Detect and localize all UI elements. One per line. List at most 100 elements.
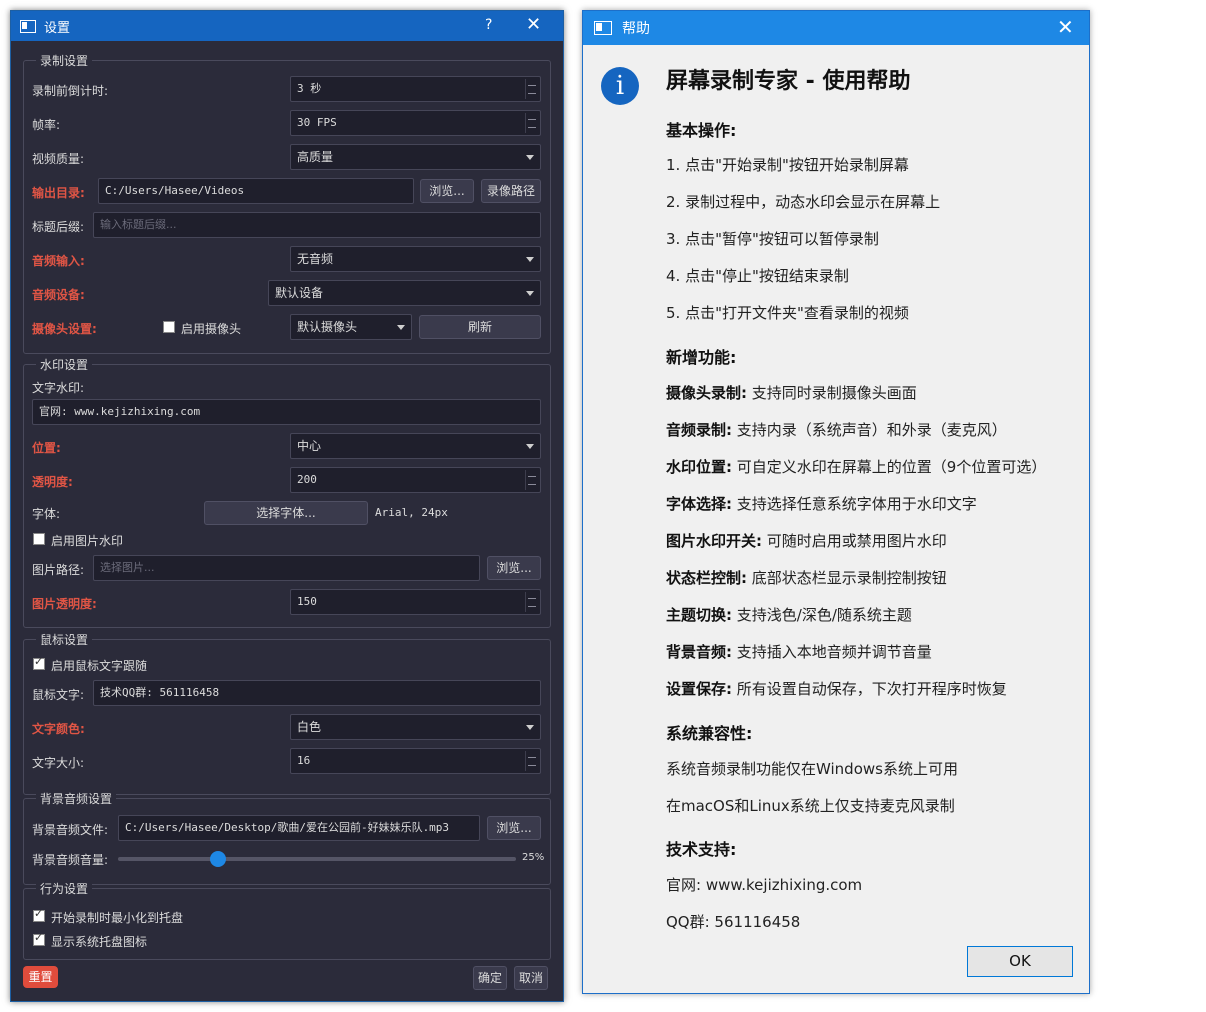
bgm-file-input[interactable]: C:/Users/Hasee/Desktop/歌曲/爱在公园前-好妹妹乐队.mp… — [118, 815, 480, 841]
image-path-input[interactable]: 选择图片... — [93, 555, 480, 581]
website-text: 官网: www.kejizhixing.com — [666, 876, 863, 894]
image-opacity-spinbox[interactable]: 150 — [290, 589, 541, 615]
chevron-down-icon — [397, 325, 405, 330]
quality-combo[interactable]: 高质量 — [290, 144, 541, 170]
camera-label: 摄像头设置: — [32, 322, 97, 336]
new-features-title: 新增功能: — [666, 348, 737, 367]
cancel-button[interactable]: 取消 — [514, 966, 548, 990]
suffix-label: 标题后缀: — [32, 220, 85, 234]
choose-font-button[interactable]: 选择字体... — [204, 501, 368, 525]
bgm-volume-value: 25% — [522, 852, 545, 863]
recording-group: 录制设置 — [23, 52, 551, 354]
text-color-combo[interactable]: 白色 — [290, 714, 541, 740]
info-icon: i — [601, 67, 639, 105]
help-heading: 屏幕录制专家 - 使用帮助 — [666, 69, 911, 94]
quality-label: 视频质量: — [32, 152, 85, 166]
bgm-file-label: 背景音频文件: — [32, 823, 109, 837]
bgm-group-title: 背景音频设置 — [36, 790, 117, 807]
audio-device-combo[interactable]: 默认设备 — [268, 280, 541, 306]
audio-input-label: 音频输入: — [32, 254, 85, 268]
image-watermark-enable-label: 启用图片水印 — [51, 534, 124, 548]
record-path-button[interactable]: 录像路径 — [481, 179, 541, 203]
fps-spinbox[interactable]: 30 FPS — [290, 110, 541, 136]
opacity-label: 透明度: — [32, 475, 73, 489]
ok-button[interactable]: 确定 — [473, 966, 507, 990]
help-question-button[interactable]: ? — [485, 17, 492, 33]
image-path-label: 图片路径: — [32, 563, 85, 577]
audio-device-label: 音频设备: — [32, 288, 85, 302]
position-label: 位置: — [32, 441, 61, 455]
chevron-down-icon — [526, 444, 534, 449]
text-color-label: 文字颜色: — [32, 722, 85, 736]
compat-item: 系统音频录制功能仅在Windows系统上可用 — [666, 760, 958, 778]
support-title: 技术支持: — [666, 840, 737, 859]
image-watermark-checkbox[interactable] — [33, 533, 45, 545]
camera-enable-checkbox[interactable] — [163, 321, 175, 333]
compat-item: 在macOS和Linux系统上仅支持麦克风录制 — [666, 797, 955, 815]
text-size-spinbox[interactable]: 16 — [290, 748, 541, 774]
bgm-volume-slider-handle[interactable] — [209, 851, 226, 867]
text-watermark-label: 文字水印: — [32, 381, 85, 395]
mouse-text-input[interactable]: 技术QQ群: 561116458 — [93, 680, 541, 706]
feature-item: 图片水印开关: 可随时启用或禁用图片水印 — [666, 532, 947, 550]
watermark-group-title: 水印设置 — [36, 356, 93, 373]
camera-combo[interactable]: 默认摄像头 — [290, 314, 412, 340]
countdown-label: 录制前倒计时: — [32, 84, 109, 98]
bgm-volume-slider[interactable] — [118, 857, 516, 861]
show-tray-label: 显示系统托盘图标 — [51, 935, 148, 949]
feature-item: 音频录制: 支持内录（系统声音）和外录（麦克风） — [666, 421, 1007, 439]
mouse-text-label: 鼠标文字: — [32, 688, 85, 702]
text-size-label: 文字大小: — [32, 756, 85, 770]
basic-item: 2. 录制过程中，动态水印会显示在屏幕上 — [666, 193, 941, 211]
feature-item: 设置保存: 所有设置自动保存，下次打开程序时恢复 — [666, 680, 1007, 698]
text-watermark-input[interactable]: 官网: www.kejizhixing.com — [32, 399, 541, 425]
feature-item: 背景音频: 支持插入本地音频并调节音量 — [666, 643, 932, 661]
settings-titlebar: 设置 ? ✕ — [11, 11, 563, 41]
recording-group-title: 录制设置 — [36, 52, 93, 69]
feature-item: 摄像头录制: 支持同时录制摄像头画面 — [666, 384, 917, 402]
chevron-down-icon — [526, 155, 534, 160]
qq-text: QQ群: 561116458 — [666, 913, 801, 931]
chevron-down-icon — [526, 725, 534, 730]
chevron-down-icon — [526, 257, 534, 262]
basic-ops-title: 基本操作: — [666, 121, 737, 140]
mouse-follow-label: 启用鼠标文字跟随 — [51, 659, 148, 673]
feature-item: 状态栏控制: 底部状态栏显示录制控制按钮 — [666, 569, 947, 587]
fps-label: 帧率: — [32, 118, 61, 132]
feature-item: 水印位置: 可自定义水印在屏幕上的位置（9个位置可选） — [666, 458, 1047, 476]
settings-close-button[interactable]: ✕ — [526, 14, 541, 35]
audio-input-combo[interactable]: 无音频 — [290, 246, 541, 272]
compat-title: 系统兼容性: — [666, 724, 753, 743]
output-browse-button[interactable]: 浏览... — [420, 179, 474, 203]
countdown-spinbox[interactable]: 3 秒 — [290, 76, 541, 102]
settings-window: 设置 ? ✕ 录制设置 录制前倒计时: 3 秒 帧率: 30 FPS 视频质量:… — [10, 10, 564, 1002]
output-dir-input[interactable]: C:/Users/Hasee/Videos — [98, 178, 414, 204]
font-label: 字体: — [32, 507, 61, 521]
position-combo[interactable]: 中心 — [290, 433, 541, 459]
basic-item: 1. 点击"开始录制"按钮开始录制屏幕 — [666, 156, 909, 174]
minimize-tray-checkbox[interactable] — [33, 907, 45, 922]
help-window: 帮助 ✕ i 屏幕录制专家 - 使用帮助 基本操作: 1. 点击"开始录制"按钮… — [582, 10, 1090, 994]
show-tray-checkbox[interactable] — [33, 931, 45, 946]
mouse-group-title: 鼠标设置 — [36, 631, 93, 648]
reset-button[interactable]: 重置 — [23, 966, 58, 988]
camera-enable-label: 启用摄像头 — [181, 322, 242, 336]
bgm-browse-button[interactable]: 浏览... — [487, 816, 541, 840]
help-title: 帮助 — [622, 21, 650, 37]
bgm-group: 背景音频设置 — [23, 790, 551, 885]
basic-item: 3. 点击"暂停"按钮可以暂停录制 — [666, 230, 879, 248]
behavior-group-title: 行为设置 — [36, 880, 93, 897]
mouse-follow-checkbox[interactable] — [33, 655, 45, 670]
help-titlebar: 帮助 ✕ — [583, 11, 1089, 45]
suffix-input[interactable]: 输入标题后缀... — [93, 212, 541, 238]
help-ok-button[interactable]: OK — [967, 946, 1073, 977]
help-close-button[interactable]: ✕ — [1057, 15, 1074, 39]
feature-item: 主题切换: 支持浅色/深色/随系统主题 — [666, 606, 912, 624]
minimize-tray-label: 开始录制时最小化到托盘 — [51, 911, 184, 925]
app-window-icon — [594, 21, 612, 35]
image-browse-button[interactable]: 浏览... — [487, 556, 541, 580]
basic-item: 5. 点击"打开文件夹"查看录制的视频 — [666, 304, 909, 322]
opacity-spinbox[interactable]: 200 — [290, 467, 541, 493]
camera-refresh-button[interactable]: 刷新 — [419, 315, 541, 339]
bgm-volume-label: 背景音频音量: — [32, 853, 109, 867]
